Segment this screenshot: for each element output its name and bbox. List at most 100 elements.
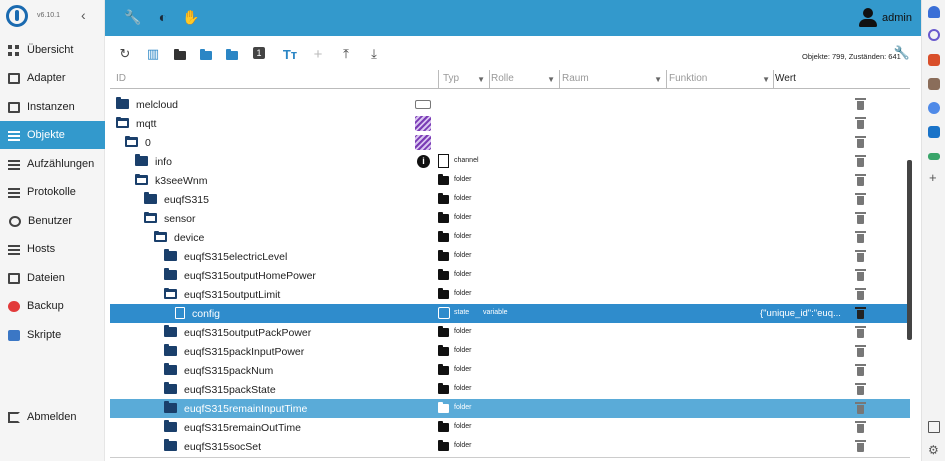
toolbox-icon[interactable]	[928, 54, 940, 66]
folder-icon[interactable]	[164, 401, 177, 413]
search-icon[interactable]	[928, 29, 940, 41]
delete-icon[interactable]	[855, 402, 866, 414]
folder-icon[interactable]	[164, 325, 177, 337]
tree-row-melcloud[interactable]: melcloud	[110, 95, 910, 114]
expand-folder-icon[interactable]	[199, 47, 213, 61]
sidebar-item-protokolle[interactable]: Protokolle	[0, 178, 105, 206]
column-view-icon[interactable]: ▥	[146, 46, 160, 61]
settings-gear-icon[interactable]: ⚙	[928, 443, 939, 457]
folder-open-icon[interactable]	[125, 136, 138, 147]
download-icon[interactable]: ⤓	[367, 46, 381, 61]
folder-open-icon[interactable]	[144, 212, 157, 223]
folder-icon[interactable]	[164, 363, 177, 375]
delete-icon[interactable]	[855, 98, 866, 110]
tree-row-sensor[interactable]: sensor folder	[110, 209, 910, 228]
delete-icon[interactable]	[855, 326, 866, 338]
folder-icon[interactable]	[164, 420, 177, 432]
tree-row-instance-0[interactable]: 0	[110, 133, 910, 152]
folder-icon[interactable]	[164, 439, 177, 451]
delete-icon[interactable]	[855, 288, 866, 300]
type-filter-select[interactable]: Typ ▼	[443, 73, 487, 87]
sidebar-item-adapter[interactable]: Adapter	[0, 64, 105, 92]
delete-icon[interactable]	[855, 440, 866, 452]
tree-scrollbar[interactable]	[907, 160, 912, 340]
tree-row-outputpackpower[interactable]: euqfS315outputPackPower folder	[110, 323, 910, 342]
sidebar-toggle-icon[interactable]	[928, 421, 940, 433]
sidebar-item-uebersicht[interactable]: Übersicht	[0, 36, 105, 64]
delete-icon[interactable]	[855, 117, 866, 129]
folder-open-icon[interactable]	[154, 231, 167, 242]
delete-icon[interactable]	[855, 364, 866, 376]
tree-row-electriclevel[interactable]: euqfS315electricLevel folder	[110, 247, 910, 266]
role-filter-select[interactable]: Rolle ▼	[491, 73, 557, 87]
theme-toggle-icon[interactable]: ◐	[155, 9, 171, 25]
row-value[interactable]: {"unique_id":"euq...	[760, 308, 841, 319]
tree-row-mqtt[interactable]: mqtt	[110, 114, 910, 133]
folder-open-icon[interactable]	[135, 174, 148, 185]
tree-row-packnum[interactable]: euqfS315packNum folder	[110, 361, 910, 380]
refresh-icon[interactable]: ↻	[118, 46, 132, 61]
tools-icon[interactable]	[928, 153, 940, 160]
sidebar-item-objekte[interactable]: Objekte	[0, 121, 105, 149]
wrench-settings-icon[interactable]: 🔧	[894, 45, 910, 60]
delete-icon[interactable]	[855, 345, 866, 357]
sidebar-item-aufzaehlungen[interactable]: Aufzählungen	[0, 150, 105, 178]
wrench-icon[interactable]: 🔧	[124, 9, 141, 25]
notification-bell-icon[interactable]	[928, 6, 940, 18]
folder-icon[interactable]	[144, 192, 157, 204]
folder-icon[interactable]	[135, 154, 148, 166]
delete-icon[interactable]	[855, 155, 866, 167]
folder-open-icon[interactable]	[164, 288, 177, 299]
tree-row-outputhomepower[interactable]: euqfS315outputHomePower folder	[110, 266, 910, 285]
upload-icon[interactable]: ⤒	[339, 46, 353, 61]
tree-row-packinputpower[interactable]: euqfS315packInputPower folder	[110, 342, 910, 361]
function-filter-select[interactable]: Funktion ▼	[669, 73, 772, 87]
delete-icon[interactable]	[855, 307, 866, 319]
folder-open-icon[interactable]	[116, 117, 129, 128]
id-filter-input[interactable]: ID	[116, 73, 126, 87]
expert-mode-icon[interactable]: ✋	[182, 9, 199, 25]
folder-blue-icon[interactable]	[225, 47, 239, 61]
tree-row-remaininputtime[interactable]: euqfS315remainInputTime folder	[110, 399, 910, 418]
tree-row-device[interactable]: device folder	[110, 228, 910, 247]
folder-icon[interactable]	[164, 382, 177, 394]
people-icon[interactable]	[928, 78, 940, 90]
delete-icon[interactable]	[855, 421, 866, 433]
folder-icon[interactable]	[164, 344, 177, 356]
delete-icon[interactable]	[855, 383, 866, 395]
folder-icon[interactable]	[116, 97, 129, 109]
tree-row-config[interactable]: config state variable {"unique_id":"euq.…	[110, 304, 910, 323]
delete-icon[interactable]	[855, 136, 866, 148]
sidebar-item-backup[interactable]: Backup	[0, 292, 105, 320]
sidebar-item-skripte[interactable]: Skripte	[0, 321, 105, 349]
delete-icon[interactable]	[855, 193, 866, 205]
user-name[interactable]: admin	[882, 12, 912, 24]
add-object-icon[interactable]: +	[311, 46, 325, 63]
delete-icon[interactable]	[855, 250, 866, 262]
outlook-icon[interactable]	[928, 126, 940, 138]
delete-icon[interactable]	[855, 269, 866, 281]
tree-row-k3seewnm[interactable]: k3seeWnm folder	[110, 171, 910, 190]
folder-icon[interactable]	[164, 249, 177, 261]
sidebar-item-hosts[interactable]: Hosts	[0, 235, 105, 263]
add-icon[interactable]: +	[929, 170, 937, 185]
tree-row-outputlimit[interactable]: euqfS315outputLimit folder	[110, 285, 910, 304]
level-one-icon[interactable]: 1	[253, 47, 265, 59]
tree-row-socset[interactable]: euqfS315socSet folder	[110, 437, 910, 456]
tree-row-info[interactable]: info i channel	[110, 152, 910, 171]
collapse-folder-icon[interactable]	[173, 47, 187, 61]
tree-row-remainouttime[interactable]: euqfS315remainOutTime folder	[110, 418, 910, 437]
user-avatar-icon[interactable]	[858, 8, 878, 28]
copilot-icon[interactable]	[928, 102, 940, 114]
folder-icon[interactable]	[164, 268, 177, 280]
sidebar-item-instanzen[interactable]: Instanzen	[0, 93, 105, 121]
delete-icon[interactable]	[855, 231, 866, 243]
sidebar-item-benutzer[interactable]: Benutzer	[0, 207, 105, 235]
logout-button[interactable]: Abmelden	[0, 403, 105, 431]
delete-icon[interactable]	[855, 174, 866, 186]
tree-row-packstate[interactable]: euqfS315packState folder	[110, 380, 910, 399]
tree-row-euqfs315[interactable]: euqfS315 folder	[110, 190, 910, 209]
delete-icon[interactable]	[855, 212, 866, 224]
text-size-icon[interactable]: Tт	[283, 47, 297, 62]
collapse-sidebar-icon[interactable]: ‹	[81, 7, 86, 23]
